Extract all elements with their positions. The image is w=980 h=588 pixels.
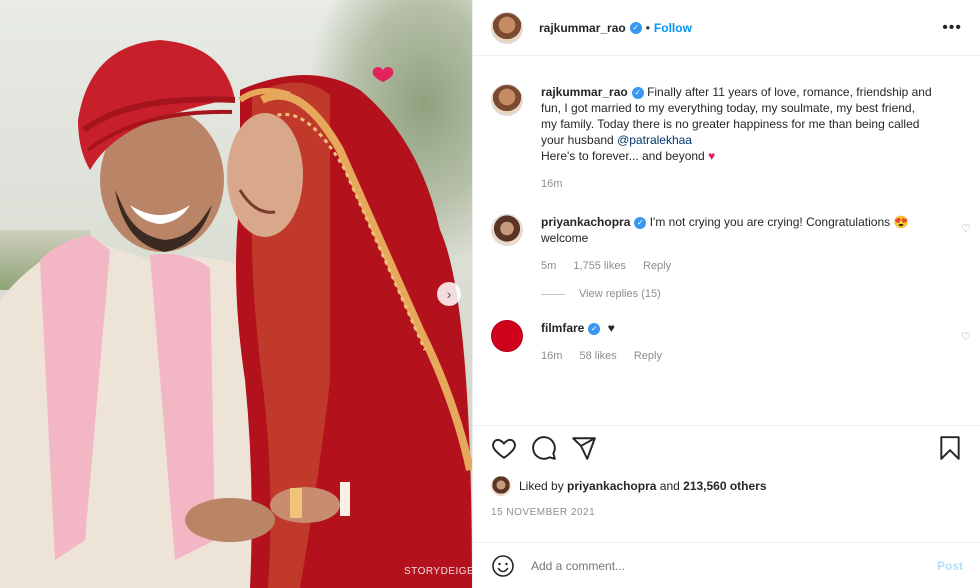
divider [541, 293, 565, 295]
likes-summary: Liked by priyankachopra and 213,560 othe… [491, 476, 767, 496]
comment-username[interactable]: priyankachopra [541, 215, 630, 229]
comments-list: rajkummar_rao ✓ Finally after 11 years of… [473, 70, 980, 364]
comment-likes[interactable]: 58 likes [579, 350, 616, 362]
caption-meta: 16m [541, 176, 933, 192]
follow-button[interactable]: Follow [654, 21, 692, 35]
comment-username[interactable]: filmfare [541, 321, 584, 335]
avatar[interactable] [491, 214, 523, 246]
post-photo[interactable]: › STORYDEIGE [0, 0, 472, 588]
list-item: priyankachopra ✓ I'm not crying you are c… [473, 192, 980, 274]
caption: rajkummar_rao ✓ Finally after 11 years of… [473, 70, 980, 192]
avatar[interactable] [491, 11, 523, 44]
heart-icon[interactable]: ♡ [961, 222, 971, 235]
verified-icon: ✓ [588, 322, 601, 335]
post-sidebar: rajkummar_rao ✓ • Follow ••• rajkummar_r… [472, 0, 980, 588]
bookmark-icon[interactable] [937, 435, 963, 461]
comment-body: priyankachopra ✓ I'm not crying you are c… [541, 214, 963, 274]
likes-middle: and [659, 479, 680, 493]
avatar[interactable] [491, 320, 523, 352]
comment-likes[interactable]: 1,755 likes [573, 260, 626, 272]
more-options-icon[interactable]: ••• [942, 19, 962, 37]
add-comment-bar: Post [473, 542, 980, 588]
caption-body: rajkummar_rao ✓ Finally after 11 years of… [541, 84, 963, 192]
view-replies-label: View replies (15) [579, 288, 661, 300]
dot-separator: • [645, 20, 650, 35]
heart-emoji: ♥ [708, 149, 716, 163]
caption-time: 16m [541, 178, 563, 190]
list-item: filmfare ✓ ♥ 16m 58 likes Reply ♡ [473, 300, 980, 364]
comment-input[interactable] [531, 558, 937, 573]
verified-icon: ✓ [634, 216, 647, 229]
reply-button[interactable]: Reply [643, 260, 671, 272]
verified-icon: ✓ [629, 21, 642, 34]
verified-icon: ✓ [631, 86, 644, 99]
likes-user[interactable]: priyankachopra [567, 479, 656, 493]
view-replies-button[interactable]: View replies (15) [473, 274, 980, 300]
likes-prefix: Liked by [519, 479, 564, 493]
emoji-icon[interactable] [491, 554, 515, 578]
chevron-right-icon[interactable]: › [437, 282, 461, 306]
post-actions [473, 425, 980, 469]
comment-body: filmfare ✓ ♥ 16m 58 likes Reply [541, 320, 963, 364]
comment-icon[interactable] [531, 435, 557, 461]
post-comment-button[interactable]: Post [937, 559, 963, 573]
comment-time: 5m [541, 260, 557, 272]
avatar[interactable] [491, 476, 511, 496]
post-date: 15 NOVEMBER 2021 [491, 507, 596, 518]
comment-text: ♥ [607, 321, 615, 335]
comment-time: 16m [541, 350, 563, 362]
comment-meta: 5m 1,755 likes Reply [541, 258, 933, 274]
caption-mention[interactable]: @patralekhaa [617, 133, 692, 147]
photo-watermark: STORYDEIGE [404, 566, 472, 577]
avatar[interactable] [491, 84, 523, 116]
comment-meta: 16m 58 likes Reply [541, 348, 933, 364]
post-username[interactable]: rajkummar_rao [539, 21, 626, 35]
heart-icon[interactable] [491, 435, 517, 461]
heart-icon[interactable]: ♡ [961, 330, 971, 343]
caption-username[interactable]: rajkummar_rao [541, 85, 628, 99]
reply-button[interactable]: Reply [634, 350, 662, 362]
caption-end: Here's to forever... and beyond [541, 149, 705, 163]
couple-illustration [0, 40, 472, 588]
post-header: rajkummar_rao ✓ • Follow ••• [473, 0, 980, 56]
share-icon[interactable] [571, 435, 597, 461]
likes-count[interactable]: 213,560 others [683, 479, 766, 493]
